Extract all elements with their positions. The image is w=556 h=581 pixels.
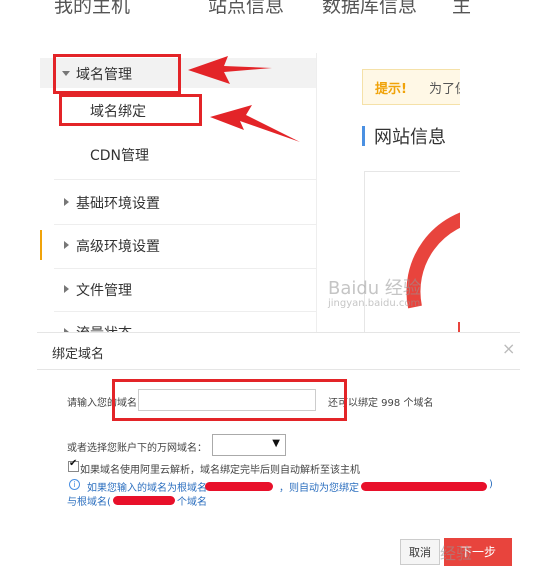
redaction-mark — [205, 482, 273, 491]
dialog-title: 绑定域名 — [52, 347, 105, 362]
usage-gauge-icon — [406, 212, 460, 332]
caret-right-icon — [64, 198, 69, 206]
info-text-1c: ) — [489, 479, 493, 490]
auto-resolve-label: 如果域名使用阿里云解析，域名绑定完毕后则自动解析至该主机 — [80, 465, 360, 476]
sidebar-divider — [54, 311, 316, 312]
info-text-1a: 如果您输入的域名为根域名 — [87, 483, 207, 494]
nav-my-host[interactable]: 我的主机 — [54, 0, 130, 18]
caret-right-icon — [64, 285, 69, 293]
checkmark-icon: ✔ — [69, 458, 78, 469]
chevron-down-icon: ▼ — [272, 438, 280, 449]
caret-right-icon — [64, 241, 69, 249]
sidebar-item-label: 文件管理 — [76, 283, 132, 299]
close-icon[interactable]: × — [502, 339, 515, 358]
site-info-card — [364, 171, 460, 340]
redaction-mark — [113, 496, 175, 505]
annotation-box-domain-management — [53, 54, 181, 94]
nav-more[interactable]: 主 — [452, 0, 471, 18]
notice-banner: 提示! 为了保 — [362, 69, 460, 105]
sidebar-divider — [54, 179, 316, 180]
info-text-2a: 与根域名( — [67, 497, 111, 508]
cancel-button[interactable]: 取消 — [400, 539, 440, 565]
annotation-box-domain-input — [112, 379, 347, 421]
domain-select[interactable]: ▼ — [212, 434, 286, 456]
nav-database-info[interactable]: 数据库信息 — [322, 0, 417, 18]
annotation-box-domain-binding — [59, 94, 202, 126]
sidebar-item-basic-env[interactable]: 基础环境设置 — [40, 187, 316, 217]
select-prompt: 或者选择您账户下的万网域名： — [67, 443, 207, 454]
notice-label: 提示! — [375, 82, 407, 97]
sidebar-item-file-management[interactable]: 文件管理 — [40, 274, 316, 304]
sidebar-divider — [54, 268, 316, 269]
watermark: Baidu 经验 — [328, 278, 421, 299]
nav-site-info[interactable]: 站点信息 — [208, 0, 284, 18]
sidebar-item-cdn[interactable]: CDN管理 — [40, 139, 316, 169]
auto-resolve-checkbox[interactable]: ✔ — [68, 458, 79, 472]
watermark-url: jingyan.baidu.com — [328, 298, 421, 309]
info-text-1b: ，则自动为您绑定 — [279, 483, 359, 494]
top-nav: 我的主机 站点信息 数据库信息 主 — [0, 0, 556, 40]
info-text-2b: 个域名 — [177, 497, 207, 508]
section-accent-bar — [362, 126, 365, 146]
sidebar-item-label: 基础环境设置 — [76, 196, 160, 212]
sidebar-item-advanced-env[interactable]: 高级环境设置 — [40, 230, 318, 260]
watermark-small: 经验 — [440, 544, 473, 563]
dialog-divider — [37, 369, 520, 370]
section-title: 网站信息 — [374, 127, 446, 148]
sidebar-item-label: 高级环境设置 — [76, 239, 160, 255]
redaction-mark — [361, 482, 487, 491]
info-icon: i — [69, 479, 80, 490]
sidebar-item-label: CDN管理 — [90, 148, 150, 164]
notice-text: 为了保 — [429, 82, 460, 97]
sidebar-divider — [54, 224, 316, 225]
